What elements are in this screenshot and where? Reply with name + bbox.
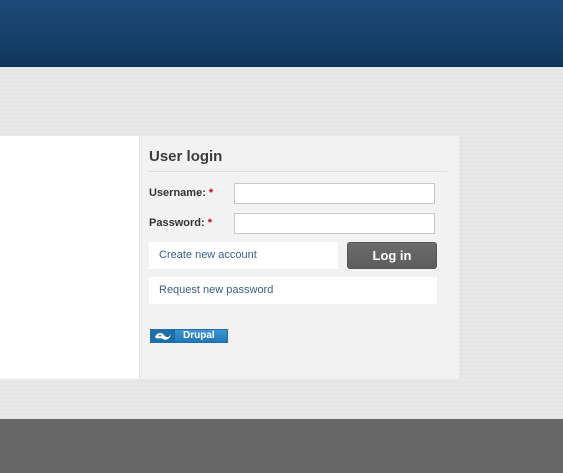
powered-by-drupal-badge[interactable]: Drupal [150,329,228,343]
login-button[interactable]: Log in [347,242,437,269]
user-login-block: User login Username: * Password: * Creat… [140,136,459,379]
drupal-badge-text: Drupal [175,330,227,342]
required-marker: * [208,187,214,199]
password-input[interactable] [234,213,435,234]
site-header [0,0,563,67]
required-marker: * [207,217,212,229]
site-footer [0,419,563,473]
drupal-drop-icon [151,330,175,342]
username-label-text: Username: [149,187,206,199]
password-label: Password: * [149,217,212,229]
create-account-link[interactable]: Create new account [149,242,338,269]
request-password-link[interactable]: Request new password [149,277,437,304]
main-content-area [0,136,140,379]
username-input[interactable] [234,183,435,204]
password-label-text: Password: [149,217,205,229]
username-label: Username: * [149,187,213,199]
block-title: User login [149,148,447,172]
